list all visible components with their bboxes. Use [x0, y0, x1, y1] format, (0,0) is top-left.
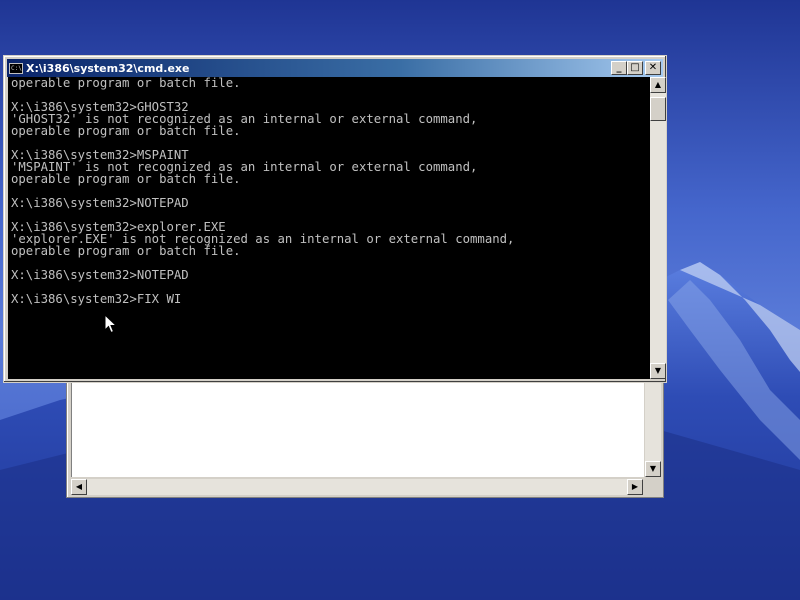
console-line: operable program or batch file. — [11, 77, 241, 90]
scroll-left-arrow-icon[interactable]: ◀ — [71, 479, 87, 495]
notepad-edit-area[interactable] — [71, 373, 644, 477]
maximize-button[interactable]: □ — [627, 61, 643, 75]
console-line: X:\i386\system32>NOTEPAD — [11, 268, 189, 282]
scroll-down-arrow-icon[interactable]: ▼ — [650, 363, 666, 379]
resize-grip[interactable] — [645, 479, 661, 495]
scroll-down-arrow-icon[interactable]: ▼ — [645, 461, 661, 477]
console-line: X:\i386\system32>NOTEPAD — [11, 196, 189, 210]
console-icon[interactable]: C:\ — [9, 62, 23, 74]
scroll-right-arrow-icon[interactable]: ▶ — [627, 479, 643, 495]
scroll-up-arrow-icon[interactable]: ▲ — [650, 77, 666, 93]
console-line: operable program or batch file. — [11, 244, 241, 258]
scrollbar-thumb[interactable] — [650, 97, 666, 121]
title-bar[interactable]: C:\ X:\i386\system32\cmd.exe _ □ ✕ — [7, 59, 663, 77]
console-vertical-scrollbar[interactable]: ▲ ▼ — [650, 77, 666, 379]
cmd-window[interactable]: C:\ X:\i386\system32\cmd.exe _ □ ✕ opera… — [3, 55, 667, 383]
notepad-horizontal-scrollbar[interactable]: ◀ ▶ — [71, 479, 643, 495]
console-line: operable program or batch file. — [11, 172, 241, 186]
close-button[interactable]: ✕ — [645, 61, 661, 75]
background-notepad-window[interactable]: ▼ ◀ ▶ — [66, 372, 664, 498]
arrow-cursor-icon — [104, 314, 118, 334]
console-line: X:\i386\system32>FIX WI — [11, 292, 182, 306]
window-title: X:\i386\system32\cmd.exe — [26, 61, 190, 75]
minimize-button[interactable]: _ — [611, 61, 627, 75]
console-line: operable program or batch file. — [11, 124, 241, 138]
title-buttons: _ □ ✕ — [611, 61, 661, 75]
notepad-vertical-scrollbar[interactable]: ▼ — [645, 373, 661, 477]
